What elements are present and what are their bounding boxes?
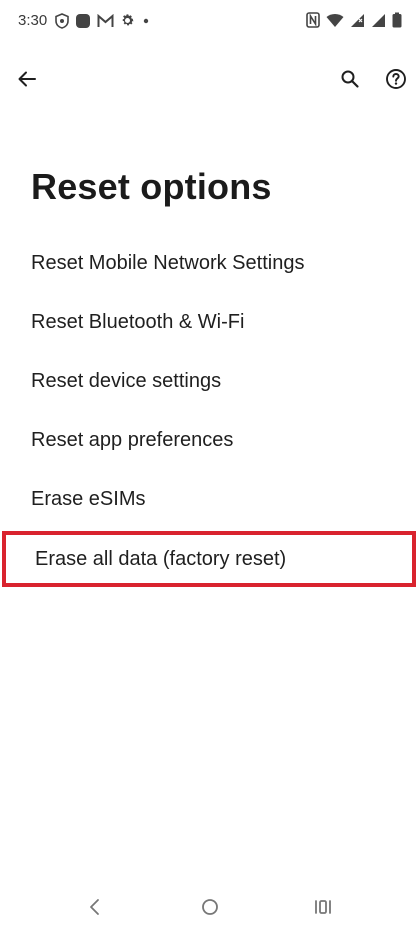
- battery-icon: [392, 12, 402, 28]
- help-button[interactable]: [376, 61, 416, 101]
- nav-back-button[interactable]: [75, 889, 115, 929]
- option-reset-mobile-network[interactable]: Reset Mobile Network Settings: [0, 234, 420, 293]
- gmail-icon: [97, 13, 114, 28]
- nav-home-icon: [201, 898, 219, 921]
- search-button[interactable]: [330, 61, 370, 101]
- wifi-icon: [326, 13, 344, 28]
- nav-home-button[interactable]: [190, 889, 230, 929]
- status-bar-right: [306, 12, 402, 28]
- option-reset-bluetooth-wifi[interactable]: Reset Bluetooth & Wi-Fi: [0, 293, 420, 352]
- app-icon: [75, 13, 91, 29]
- app-bar: [0, 56, 420, 108]
- status-bar-left: 3:30: [18, 12, 151, 29]
- signal-icon: [350, 13, 365, 28]
- status-bar: 3:30: [0, 0, 420, 44]
- page-title: Reset options: [31, 166, 272, 207]
- nav-recents-button[interactable]: [303, 889, 343, 929]
- nfc-icon: [306, 12, 320, 28]
- nav-recents-icon: [314, 899, 332, 920]
- help-icon: [385, 68, 407, 95]
- signal-icon-2: [371, 13, 386, 28]
- option-reset-app-preferences[interactable]: Reset app preferences: [0, 411, 420, 470]
- shield-icon: [55, 12, 70, 29]
- arrow-back-icon: [17, 69, 37, 94]
- status-time: 3:30: [18, 12, 48, 29]
- nav-back-icon: [88, 898, 102, 921]
- option-erase-esims[interactable]: Erase eSIMs: [0, 470, 420, 529]
- option-reset-device-settings[interactable]: Reset device settings: [0, 352, 420, 411]
- settings-gear-icon: [120, 13, 135, 28]
- back-button[interactable]: [7, 61, 47, 101]
- option-erase-all-data[interactable]: Erase all data (factory reset): [2, 531, 416, 587]
- search-icon: [340, 69, 360, 94]
- reset-options-list: Reset Mobile Network Settings Reset Blue…: [0, 234, 420, 587]
- navigation-bar: [0, 886, 420, 933]
- dot-icon: [141, 16, 151, 26]
